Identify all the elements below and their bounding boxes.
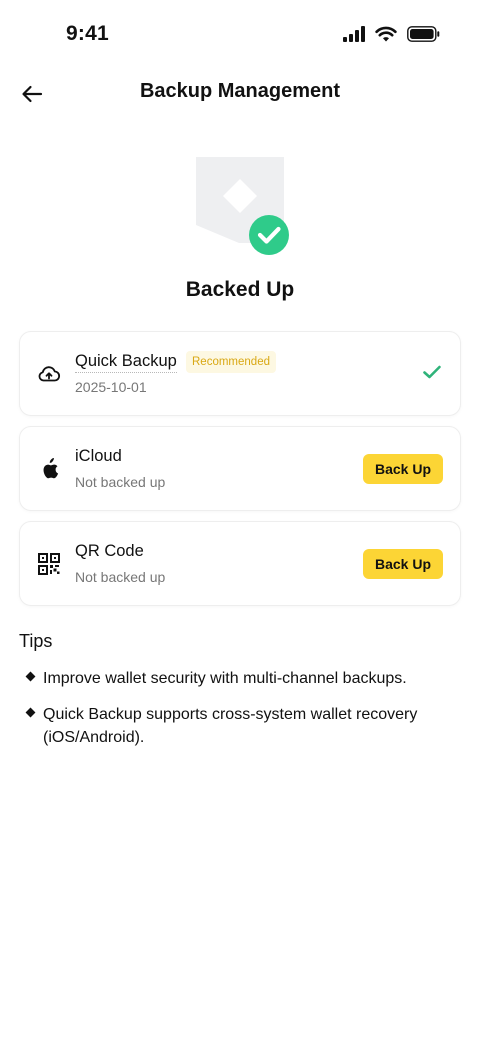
- cellular-signal-icon: [343, 26, 365, 42]
- qr-code-status: Not backed up: [75, 569, 166, 585]
- status-bar: 9:41: [0, 0, 480, 72]
- wifi-icon: [375, 26, 397, 42]
- diamond-bullet-icon: [25, 671, 36, 682]
- diamond-bullet-icon: [25, 707, 36, 718]
- status-icons: [343, 26, 440, 42]
- icloud-back-up-button[interactable]: Back Up: [363, 454, 443, 484]
- recommended-badge: Recommended: [186, 351, 276, 373]
- backup-status-title: Backed Up: [185, 278, 295, 301]
- tip-text: Improve wallet security with multi-chann…: [43, 670, 407, 687]
- quick-backup-date: 2025-10-01: [75, 379, 147, 395]
- quick-backup-card[interactable]: Quick Backup Recommended 2025-10-01: [19, 331, 461, 416]
- qr-code-icon: [37, 552, 61, 576]
- quick-backup-title: Quick Backup: [75, 352, 177, 373]
- shield-check-icon: [196, 157, 289, 255]
- status-time: 9:41: [66, 22, 109, 45]
- icloud-card: iCloud Not backed up Back Up: [19, 426, 461, 511]
- backup-management-screen: 9:41 Backup Management Backed Up Quick B…: [0, 0, 480, 1040]
- qr-code-title: QR Code: [75, 542, 144, 560]
- icloud-status: Not backed up: [75, 474, 166, 490]
- tip-item: Improve wallet security with multi-chann…: [25, 667, 456, 690]
- battery-icon: [407, 26, 440, 42]
- qr-code-back-up-button[interactable]: Back Up: [363, 549, 443, 579]
- cloud-upload-icon: [37, 362, 61, 386]
- tip-text: Quick Backup supports cross-system walle…: [43, 706, 418, 746]
- tip-item: Quick Backup supports cross-system walle…: [25, 703, 456, 749]
- icloud-title: iCloud: [75, 447, 122, 465]
- page-title: Backup Management: [139, 80, 341, 102]
- backup-status-hero: [0, 155, 480, 260]
- check-icon: [423, 365, 441, 379]
- apple-icon: [37, 457, 61, 481]
- header: Backup Management: [0, 72, 480, 114]
- tips-list: Improve wallet security with multi-chann…: [25, 667, 456, 762]
- qr-code-card: QR Code Not backed up Back Up: [19, 521, 461, 606]
- tips-title: Tips: [19, 631, 53, 651]
